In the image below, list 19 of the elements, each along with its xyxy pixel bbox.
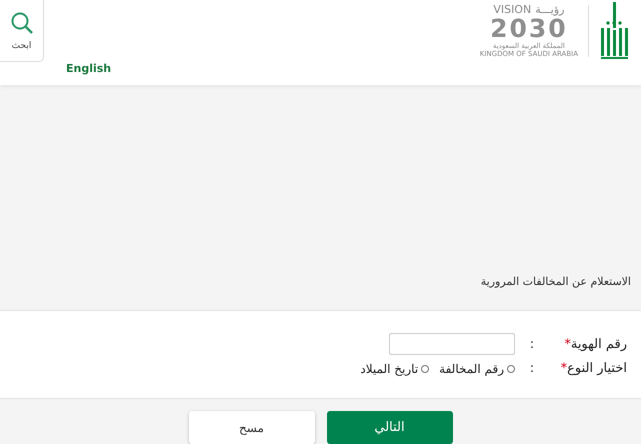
colon: : <box>528 361 536 376</box>
language-link[interactable]: English <box>66 62 112 75</box>
field-label: رقم الهوية* <box>563 336 627 352</box>
vision-text: رؤيـــة <box>535 4 564 16</box>
search-icon <box>10 10 34 34</box>
page-title: الاستعلام عن المخالفات المرورية <box>480 275 631 288</box>
vision-text: VISION <box>493 4 532 16</box>
vision-year: 2030 <box>490 16 568 42</box>
clear-button[interactable]: مسح <box>188 411 314 444</box>
field-label: اختيار النوع* <box>560 361 627 376</box>
absher-logo-icon <box>599 2 629 60</box>
next-button[interactable]: التالي <box>326 411 452 444</box>
radio-button[interactable] <box>507 364 515 373</box>
colon: : <box>528 336 536 352</box>
radio-label: رقم المخالفة <box>439 362 504 376</box>
radio-label: تاريخ الميلاد <box>360 362 418 376</box>
search-button[interactable]: ابحث <box>0 0 44 62</box>
id-number-input[interactable] <box>389 333 515 356</box>
radio-button[interactable] <box>421 364 430 373</box>
